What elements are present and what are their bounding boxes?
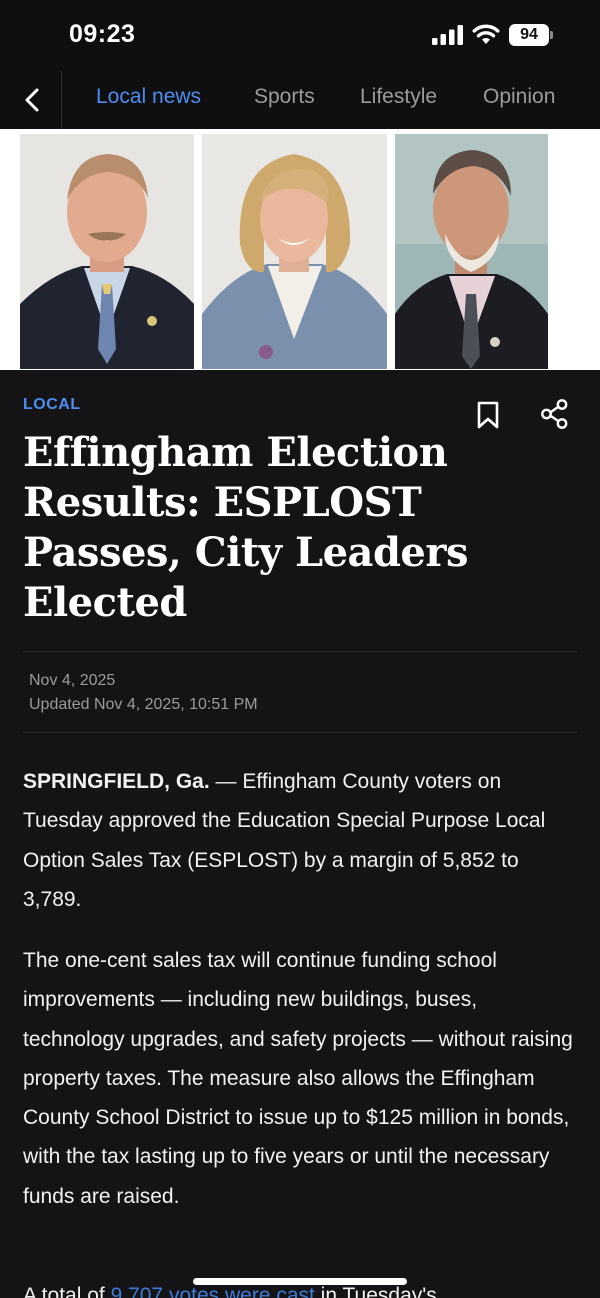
- article-paragraph-1: SPRINGFIELD, Ga. — Effingham County vote…: [23, 762, 579, 919]
- tab-sports[interactable]: Sports: [254, 85, 315, 109]
- status-time: 09:23: [69, 20, 136, 48]
- nav-divider: [61, 70, 62, 129]
- portrait-photo-1: [20, 134, 194, 369]
- article-headline: Effingham Election Results: ESPLOST Pass…: [23, 429, 468, 626]
- publish-date: Nov 4, 2025: [29, 672, 116, 689]
- signal-icon: [432, 25, 463, 45]
- paragraph-text: A total of: [23, 1284, 111, 1298]
- tab-lifestyle[interactable]: Lifestyle: [360, 85, 437, 109]
- paragraph-text: in Tuesday's: [314, 1284, 437, 1298]
- divider: [23, 732, 577, 733]
- portrait-photo-2: [202, 134, 387, 369]
- bookmark-icon[interactable]: [475, 400, 501, 430]
- category-label[interactable]: LOCAL: [23, 396, 81, 414]
- back-button[interactable]: [12, 78, 52, 122]
- hero-image[interactable]: [0, 129, 600, 370]
- home-indicator[interactable]: [193, 1278, 407, 1285]
- votes-link[interactable]: 9,707 votes were cast: [111, 1284, 315, 1298]
- battery-icon: 94: [509, 24, 553, 46]
- divider: [23, 651, 577, 652]
- updated-date: Updated Nov 4, 2025, 10:51 PM: [29, 696, 258, 713]
- article-paragraph-2: The one-cent sales tax will continue fun…: [23, 949, 573, 1208]
- dateline: SPRINGFIELD, Ga.: [23, 770, 210, 793]
- article: LOCAL Effingham Election Results: ESPLOS…: [0, 370, 600, 1298]
- status-bar: 09:23 94: [0, 0, 600, 70]
- tab-opinion[interactable]: Opinion: [483, 85, 555, 109]
- portrait-photo-3: [395, 134, 548, 369]
- battery-level: 94: [520, 26, 538, 43]
- chevron-left-icon: [25, 88, 39, 112]
- section-nav: Local news Sports Lifestyle Opinion: [0, 70, 600, 129]
- share-icon[interactable]: [539, 398, 571, 430]
- tab-local-news[interactable]: Local news: [96, 85, 201, 109]
- wifi-icon: [472, 24, 500, 44]
